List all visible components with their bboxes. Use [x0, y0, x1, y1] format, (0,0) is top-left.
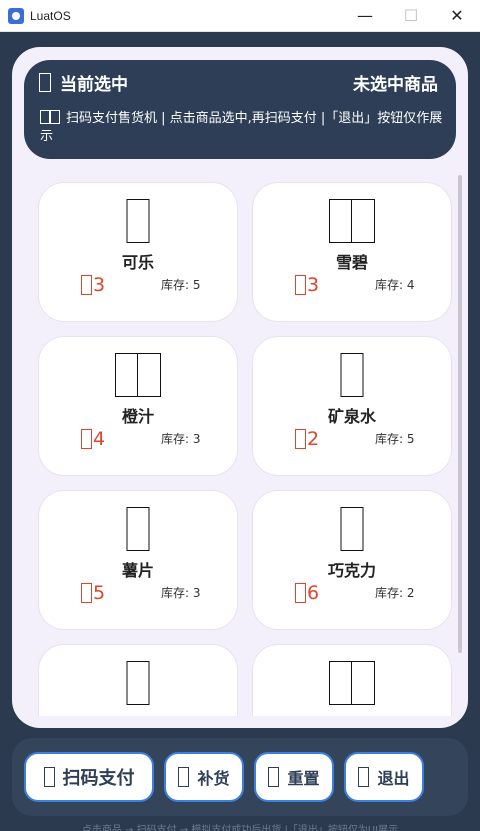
- selected-product: 未选中商品: [353, 75, 438, 95]
- action-bar: 扫码支付 补货 重置 退出: [12, 738, 468, 816]
- footer-hint: 点击商品 → 扫码支付 → 模拟支付成功后出货 |「退出」按钮仅为UI展示: [81, 825, 399, 831]
- product-name: 薯片: [121, 561, 154, 580]
- product-stock: 库存: 5: [375, 432, 415, 446]
- hint-text: 扫码支付售货机 | 点击商品选中,再扫码支付 |「退出」按钮仅作展示: [40, 110, 444, 146]
- reset-button[interactable]: 重置: [254, 752, 334, 802]
- currency-icon: [81, 429, 92, 449]
- product-price: 3: [295, 274, 319, 296]
- vending-icon: [40, 110, 60, 124]
- reset-icon: [268, 767, 280, 787]
- main-panel: 当前选中 未选中商品 扫码支付售货机 | 点击商品选中,再扫码支付 |「退出」按…: [12, 47, 468, 728]
- cola-icon: [126, 199, 150, 243]
- chocolate-icon: [340, 507, 364, 551]
- currency-icon: [81, 583, 92, 603]
- product-stock: 库存: 4: [375, 278, 415, 292]
- maximize-button[interactable]: ☐: [388, 0, 434, 32]
- water-icon: [340, 353, 364, 397]
- grid-scrollbar[interactable]: [458, 175, 462, 653]
- qr-scan-icon: [43, 767, 55, 787]
- selection-icon: [39, 73, 51, 92]
- chips-icon: [126, 507, 150, 551]
- product-stock: 库存: 5: [161, 278, 201, 292]
- product-name: 雪碧: [335, 253, 368, 272]
- product-name: 橙汁: [121, 407, 154, 426]
- currency-icon: [295, 583, 306, 603]
- product-price: 5: [81, 582, 105, 604]
- currency-icon: [81, 275, 92, 295]
- currency-icon: [295, 275, 306, 295]
- product-name: 可乐: [121, 253, 154, 272]
- hint-label: 扫码支付售货机 | 点击商品选中,再扫码支付 |「退出」按钮仅作展示: [40, 111, 443, 144]
- app-icon: [8, 7, 24, 24]
- currency-icon: [295, 429, 306, 449]
- selected-label: 当前选中: [60, 75, 128, 95]
- product-price: 4: [81, 428, 105, 450]
- product-card-chips[interactable]: 薯片 5 库存: 3: [38, 490, 238, 630]
- product-icon: [126, 661, 150, 705]
- product-grid[interactable]: 可乐 3 库存: 5 雪碧 3 库存: 4 橙汁 4 库存: 3 矿泉水 2 库…: [12, 167, 468, 716]
- product-stock: 库存: 3: [161, 586, 201, 600]
- exit-button[interactable]: 退出: [344, 752, 424, 802]
- product-price: 6: [295, 582, 319, 604]
- product-price: 2: [295, 428, 319, 450]
- restock-button[interactable]: 补货: [164, 752, 244, 802]
- product-card-sprite[interactable]: 雪碧 3 库存: 4: [252, 182, 452, 322]
- product-icon: [329, 661, 375, 705]
- status-header: 当前选中 未选中商品 扫码支付售货机 | 点击商品选中,再扫码支付 |「退出」按…: [24, 60, 456, 159]
- close-button[interactable]: ✕: [434, 0, 480, 32]
- sprite-icon: [329, 199, 375, 243]
- orange-juice-icon: [115, 353, 161, 397]
- product-stock: 库存: 2: [375, 586, 415, 600]
- window-title: LuatOS: [30, 8, 71, 23]
- exit-icon: [358, 767, 370, 787]
- product-card-7[interactable]: [38, 644, 238, 716]
- window-controls: — ☐ ✕: [342, 0, 480, 32]
- scan-pay-button[interactable]: 扫码支付: [24, 752, 154, 802]
- product-name: 矿泉水: [327, 407, 376, 426]
- product-stock: 库存: 3: [161, 432, 201, 446]
- product-card-8[interactable]: [252, 644, 452, 716]
- product-card-water[interactable]: 矿泉水 2 库存: 5: [252, 336, 452, 476]
- product-card-chocolate[interactable]: 巧克力 6 库存: 2: [252, 490, 452, 630]
- restock-icon: [178, 767, 190, 787]
- product-card-cola[interactable]: 可乐 3 库存: 5: [38, 182, 238, 322]
- product-card-orange-juice[interactable]: 橙汁 4 库存: 3: [38, 336, 238, 476]
- product-price: 3: [81, 274, 105, 296]
- window-titlebar: LuatOS — ☐ ✕: [0, 0, 480, 32]
- product-name: 巧克力: [327, 561, 376, 580]
- minimize-button[interactable]: —: [342, 0, 388, 32]
